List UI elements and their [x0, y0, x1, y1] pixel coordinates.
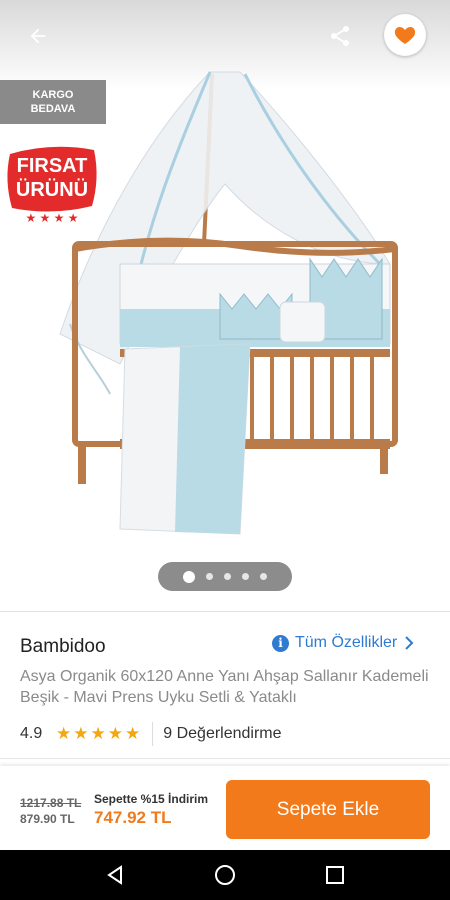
badge-stars: ★ ★ ★ ★ [25, 211, 78, 225]
rating-value: 4.9 [20, 725, 43, 742]
pager-dot-2[interactable] [206, 573, 213, 580]
share-button[interactable] [320, 16, 360, 56]
free-shipping-badge: KARGO BEDAVA [0, 80, 106, 124]
brand-name[interactable]: Bambidoo [20, 636, 106, 658]
firsat-line1: FIRSAT [17, 155, 88, 177]
divider [0, 611, 450, 612]
star-icon: ★ [125, 724, 141, 743]
system-navigation-bar [0, 850, 450, 900]
pager-dot-4[interactable] [242, 573, 249, 580]
info-icon: i [272, 634, 289, 652]
divider [0, 758, 450, 759]
all-features-link[interactable]: i Tüm Özellikler [272, 634, 415, 652]
reviews-count[interactable]: 9 Değerlendirme [163, 725, 281, 743]
star-icon: ★ [90, 724, 106, 743]
triangle-back-icon [107, 865, 122, 885]
system-home-button[interactable] [205, 855, 245, 895]
circle-home-icon [215, 865, 235, 885]
all-features-label: Tüm Özellikler [295, 634, 398, 651]
star-icon: ★ [107, 724, 123, 743]
heart-icon [394, 27, 416, 44]
product-title: Asya Organik 60x120 Anne Yanı Ahşap Sall… [20, 668, 429, 706]
system-recents-button[interactable] [315, 855, 355, 895]
pager-dot-1[interactable] [183, 570, 195, 583]
chevron-right-icon [405, 636, 414, 650]
pager-dot-3[interactable] [224, 573, 231, 580]
product-gallery[interactable]: KARGO BEDAVA FIRSAT ÜRÜNÜ ★ ★ ★ ★ [0, 0, 450, 612]
square-recents-icon [326, 866, 344, 884]
cargo-line1: KARGO [32, 89, 74, 101]
rating-stars: ★ ★ ★ ★ ★ [56, 724, 140, 744]
star-icon: ★ [56, 724, 72, 743]
basket-discount-label: Sepette %15 İndirim [94, 792, 209, 806]
favorite-button[interactable] [384, 14, 426, 56]
share-icon [331, 26, 349, 46]
rating-separator [152, 722, 154, 746]
system-back-button[interactable] [95, 855, 135, 895]
pager-dot-5[interactable] [260, 573, 267, 580]
old-price: 1217.88 TL [20, 796, 82, 810]
image-pager[interactable] [158, 562, 292, 591]
firsat-urunu-badge: FIRSAT ÜRÜNÜ ★ ★ ★ ★ [7, 146, 97, 225]
arrow-left-icon [30, 28, 46, 44]
add-to-cart-button[interactable]: Sepete Ekle [226, 780, 430, 839]
final-price: 747.92 TL [94, 808, 172, 827]
cargo-line2: BEDAVA [30, 103, 76, 115]
star-icon: ★ [73, 724, 89, 743]
back-button[interactable] [18, 16, 58, 56]
rating-row[interactable]: 4.9 ★ ★ ★ ★ ★ 9 Değerlendirme [20, 722, 282, 746]
firsat-line2: ÜRÜNÜ [16, 178, 88, 201]
price: 879.90 TL [20, 812, 75, 826]
